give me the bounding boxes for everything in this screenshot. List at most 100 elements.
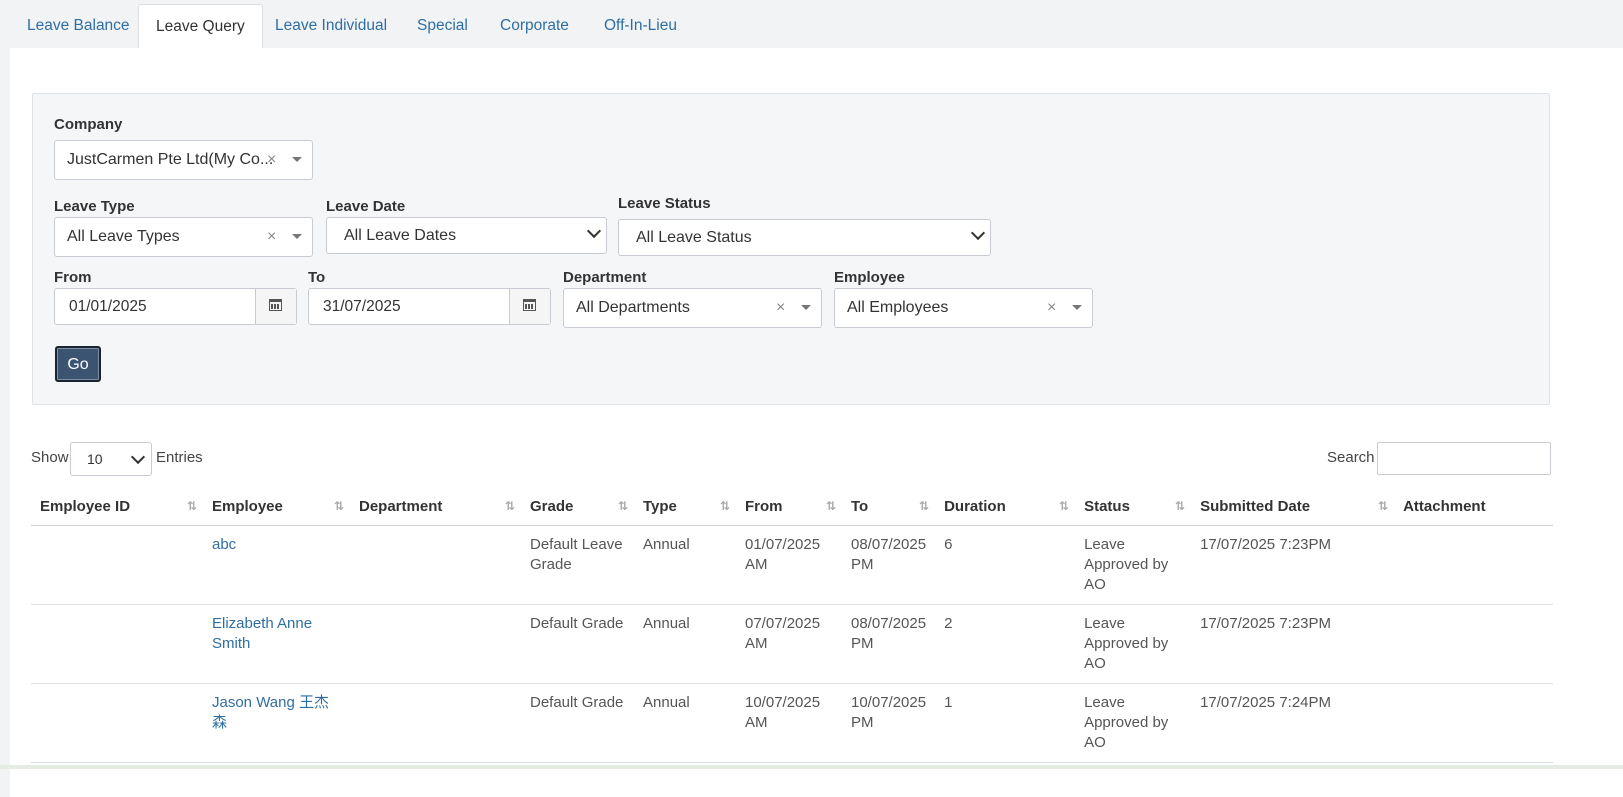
- sort-icon[interactable]: ⇅: [334, 499, 344, 513]
- table-row[interactable]: Jason Wang 王杰森 Default Grade Annual 10/0…: [31, 683, 1553, 763]
- leave-query-page: Company JustCarmen Pte Ltd(My Co... × Le…: [10, 48, 1623, 797]
- from-date-picker-button[interactable]: [255, 289, 296, 324]
- cell-status: Leave Approved by AO: [1075, 683, 1192, 763]
- cell-grade: Default Leave Grade: [521, 525, 634, 605]
- leave-date-label: Leave Date: [326, 198, 406, 215]
- col-submitted-date[interactable]: Submitted Date ⇅: [1191, 488, 1395, 526]
- cell-attachment: [1394, 683, 1553, 763]
- cell-duration: 1: [935, 683, 1076, 763]
- col-employee-id[interactable]: Employee ID ⇅: [31, 488, 203, 526]
- from-date-field[interactable]: 01/01/2025: [54, 288, 297, 325]
- tab-bar: Leave Balance Leave Query Leave Individu…: [10, 0, 1623, 49]
- department-label: Department: [563, 269, 647, 286]
- go-button[interactable]: Go: [55, 346, 101, 382]
- show-label: Show: [31, 449, 69, 466]
- employee-link[interactable]: abc: [203, 525, 350, 605]
- cell-duration: 6: [935, 525, 1076, 605]
- col-type[interactable]: Type ⇅: [634, 488, 736, 526]
- tab-corporate[interactable]: Corporate: [483, 4, 586, 48]
- to-date-value: 31/07/2025: [323, 298, 401, 315]
- sort-icon[interactable]: ⇅: [187, 499, 197, 513]
- calendar-icon: [523, 299, 536, 311]
- tab-leave-query[interactable]: Leave Query: [138, 4, 263, 49]
- company-label: Company: [54, 116, 123, 133]
- to-date-picker-button[interactable]: [509, 289, 550, 324]
- clear-icon[interactable]: ×: [267, 218, 276, 256]
- cell-status: Leave Approved by AO: [1075, 525, 1192, 605]
- col-grade[interactable]: Grade ⇅: [521, 488, 634, 526]
- leave-type-value: All Leave Types: [67, 228, 180, 245]
- table-row[interactable]: Elizabeth Anne Smith Default Grade Annua…: [31, 604, 1553, 684]
- tab-off-in-lieu[interactable]: Off-In-Lieu: [587, 4, 694, 48]
- company-value: JustCarmen Pte Ltd(My Co...: [67, 151, 274, 168]
- cell-from: 10/07/2025 AM: [736, 683, 842, 763]
- cell-employee-id: [31, 683, 203, 763]
- leave-date-select[interactable]: All Leave Dates: [326, 217, 607, 254]
- cell-employee-id: [31, 525, 203, 605]
- chevron-down-icon: [130, 449, 146, 465]
- sort-icon[interactable]: ⇅: [1175, 499, 1185, 513]
- page-length-value: 10: [87, 451, 103, 467]
- col-status[interactable]: Status ⇅: [1075, 488, 1192, 526]
- chevron-down-icon: [586, 223, 602, 239]
- cell-grade: Default Grade: [521, 604, 634, 684]
- sort-icon[interactable]: ⇅: [505, 499, 515, 513]
- from-date-value: 01/01/2025: [69, 298, 147, 315]
- cell-to: 08/07/2025 PM: [842, 525, 936, 605]
- cell-type: Annual: [634, 683, 736, 763]
- filter-panel: Company JustCarmen Pte Ltd(My Co... × Le…: [32, 93, 1550, 405]
- table-row[interactable]: abc Default Leave Grade Annual 01/07/202…: [31, 525, 1553, 605]
- leave-status-select[interactable]: All Leave Status: [618, 219, 991, 256]
- department-select[interactable]: All Departments ×: [563, 288, 822, 328]
- tab-leave-balance[interactable]: Leave Balance: [10, 4, 147, 48]
- cell-to: 10/07/2025 PM: [842, 683, 936, 763]
- clear-icon[interactable]: ×: [776, 289, 785, 327]
- caret-down-icon: [292, 157, 302, 162]
- cell-submitted-date: 17/07/2025 7:23PM: [1191, 604, 1395, 684]
- clear-icon[interactable]: ×: [267, 141, 276, 179]
- cell-type: Annual: [634, 604, 736, 684]
- employee-link[interactable]: Elizabeth Anne Smith: [203, 604, 350, 684]
- to-date-field[interactable]: 31/07/2025: [308, 288, 551, 325]
- leave-type-select[interactable]: All Leave Types ×: [54, 217, 313, 257]
- tab-special[interactable]: Special: [400, 4, 485, 48]
- sort-icon[interactable]: ⇅: [919, 499, 929, 513]
- search-label: Search: [1327, 449, 1375, 466]
- cell-status: Leave Approved by AO: [1075, 604, 1192, 684]
- cell-from: 07/07/2025 AM: [736, 604, 842, 684]
- sort-icon[interactable]: ⇅: [618, 499, 628, 513]
- from-label: From: [54, 269, 92, 286]
- cell-department: [350, 525, 521, 605]
- cell-submitted-date: 17/07/2025 7:24PM: [1191, 683, 1395, 763]
- col-employee[interactable]: Employee ⇅: [203, 488, 350, 526]
- page-length-select[interactable]: 10: [70, 442, 152, 476]
- employee-link[interactable]: Jason Wang 王杰森: [203, 683, 350, 763]
- sort-icon[interactable]: ⇅: [720, 499, 730, 513]
- sort-icon[interactable]: ⇅: [826, 499, 836, 513]
- search-input[interactable]: [1377, 442, 1551, 475]
- col-department[interactable]: Department ⇅: [350, 488, 521, 526]
- leave-date-value: All Leave Dates: [344, 227, 457, 244]
- entries-label: Entries: [156, 449, 203, 466]
- cell-type: Annual: [634, 525, 736, 605]
- cell-duration: 2: [935, 604, 1076, 684]
- employee-select[interactable]: All Employees ×: [834, 288, 1093, 328]
- cell-attachment: [1394, 525, 1553, 605]
- sort-icon[interactable]: ⇅: [1378, 499, 1388, 513]
- leave-type-label: Leave Type: [54, 198, 135, 215]
- col-from[interactable]: From ⇅: [736, 488, 842, 526]
- col-to[interactable]: To ⇅: [842, 488, 936, 526]
- cell-department: [350, 683, 521, 763]
- company-select[interactable]: JustCarmen Pte Ltd(My Co... ×: [54, 140, 313, 180]
- col-duration[interactable]: Duration ⇅: [935, 488, 1076, 526]
- tab-leave-individual[interactable]: Leave Individual: [258, 4, 404, 48]
- clear-icon[interactable]: ×: [1047, 289, 1056, 327]
- caret-down-icon: [1072, 305, 1082, 310]
- department-value: All Departments: [576, 299, 690, 316]
- sort-icon[interactable]: ⇅: [1059, 499, 1069, 513]
- cell-department: [350, 604, 521, 684]
- caret-down-icon: [292, 234, 302, 239]
- col-attachment: Attachment: [1394, 488, 1553, 526]
- leave-status-label: Leave Status: [618, 195, 711, 212]
- to-label: To: [308, 269, 326, 286]
